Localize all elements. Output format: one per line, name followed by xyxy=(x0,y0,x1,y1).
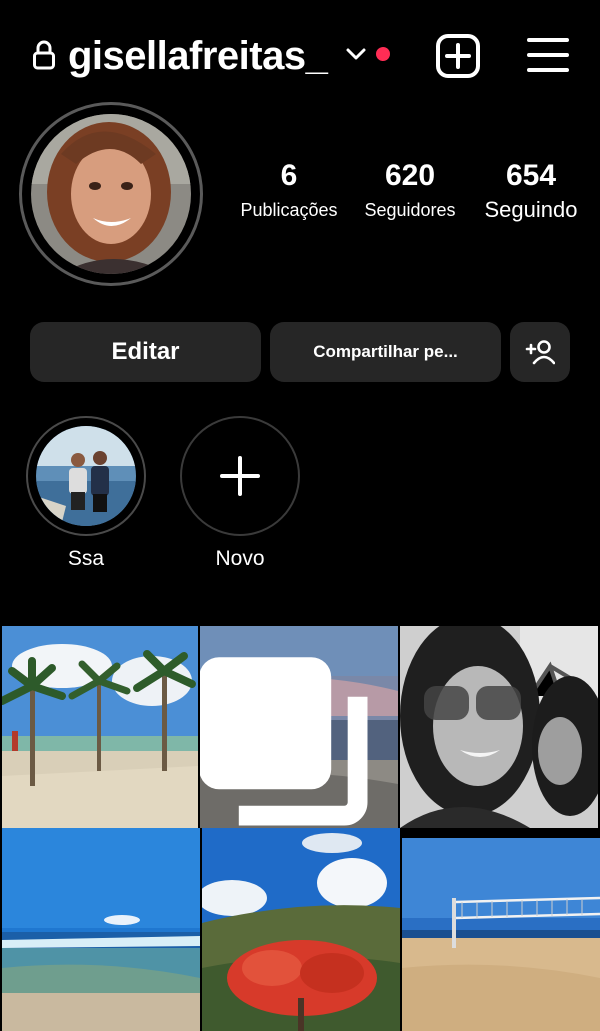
avatar[interactable] xyxy=(31,114,191,274)
profile-username[interactable]: gisellafreitas_ xyxy=(68,32,328,80)
top-header: gisellafreitas_ xyxy=(0,0,600,110)
post-red-tree[interactable] xyxy=(202,828,400,1031)
menu-icon[interactable] xyxy=(527,36,569,74)
followers-label: Seguidores xyxy=(364,200,456,220)
chevron-down-icon[interactable] xyxy=(344,44,368,64)
post-palm-beach[interactable] xyxy=(2,626,198,828)
highlight-label-new: Novo xyxy=(215,547,265,570)
highlight-new[interactable]: Novo xyxy=(180,416,300,572)
post-sunset[interactable] xyxy=(200,626,398,828)
edit-profile-button[interactable]: Editar xyxy=(30,322,261,382)
notification-dot xyxy=(376,47,390,61)
stat-posts[interactable]: 6 Publicações xyxy=(236,158,342,222)
plus-icon xyxy=(220,456,260,496)
stat-following[interactable]: 654 Seguindo xyxy=(476,158,586,222)
highlight-cover-image xyxy=(36,426,136,526)
lock-icon xyxy=(33,40,55,70)
posts-label: Publicações xyxy=(240,200,338,220)
posts-count: 6 xyxy=(280,159,298,192)
posts-grid xyxy=(0,622,600,1031)
following-label: Seguindo xyxy=(484,197,578,222)
share-profile-button[interactable]: Compartilhar pe... xyxy=(270,322,501,382)
multiple-images-icon xyxy=(200,657,368,826)
highlight-ssa[interactable]: Ssa xyxy=(26,416,146,572)
highlight-label: Ssa xyxy=(67,547,105,570)
new-post-icon[interactable] xyxy=(436,34,480,78)
following-count: 654 xyxy=(505,159,557,192)
post-selfie-bw[interactable] xyxy=(400,626,598,828)
post-volleyball-net[interactable] xyxy=(402,838,600,1031)
post-blue-sea[interactable] xyxy=(2,828,200,1031)
highlight-ring-new xyxy=(180,416,300,536)
discover-people-button[interactable] xyxy=(510,322,570,382)
followers-count: 620 xyxy=(384,159,436,192)
add-person-icon xyxy=(525,340,555,365)
stat-followers[interactable]: 620 Seguidores xyxy=(356,158,464,222)
highlight-ring xyxy=(26,416,146,536)
